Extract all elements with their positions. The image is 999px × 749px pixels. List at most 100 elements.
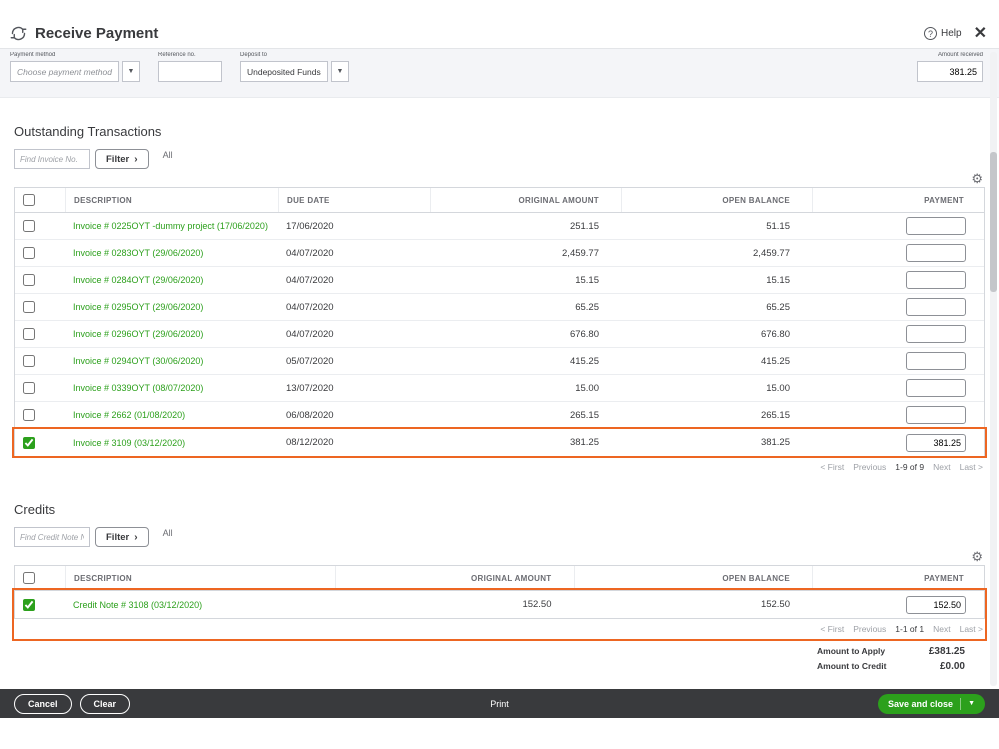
pagination-last[interactable]: Last > bbox=[960, 462, 983, 472]
invoice-link[interactable]: Invoice # 3109 (03/12/2020) bbox=[73, 438, 185, 448]
row-checkbox[interactable] bbox=[23, 598, 35, 611]
select-all-checkbox[interactable] bbox=[23, 194, 35, 206]
payment-method-dropdown-icon[interactable]: ▼ bbox=[121, 61, 140, 82]
row-checkbox[interactable] bbox=[23, 382, 35, 394]
table-row: Invoice # 0295OYT (29/06/2020) 04/07/202… bbox=[15, 294, 984, 321]
filter-label: Filter bbox=[106, 153, 130, 165]
original-amount: 15.15 bbox=[575, 274, 599, 286]
payment-input[interactable] bbox=[906, 595, 966, 614]
pagination-previous[interactable]: Previous bbox=[853, 462, 886, 472]
due-date: 13/07/2020 bbox=[286, 382, 334, 394]
close-icon[interactable]: ✕ bbox=[974, 25, 987, 42]
invoice-link[interactable]: Invoice # 0295OYT (29/06/2020) bbox=[73, 302, 203, 312]
scrollbar-thumb[interactable] bbox=[990, 152, 997, 292]
payment-input[interactable] bbox=[906, 352, 966, 370]
payment-method-select[interactable]: Choose payment method bbox=[10, 61, 119, 82]
payment-method-group: Payment method Choose payment method ▼ bbox=[10, 52, 140, 97]
amount-to-credit-value: £0.00 bbox=[939, 661, 965, 672]
col-description: DESCRIPTION bbox=[65, 566, 335, 590]
pagination-first[interactable]: < First bbox=[820, 624, 844, 634]
invoice-link[interactable]: Invoice # 0339OYT (08/07/2020) bbox=[73, 383, 203, 393]
credit-note-link[interactable]: Credit Note # 3108 (03/12/2020) bbox=[73, 600, 202, 610]
invoice-link[interactable]: Invoice # 0294OYT (30/06/2020) bbox=[73, 356, 203, 366]
payment-input[interactable] bbox=[906, 244, 966, 262]
table-row: Invoice # 0284OYT (29/06/2020) 04/07/202… bbox=[15, 267, 984, 294]
credits-filter-button[interactable]: Filter › bbox=[95, 527, 149, 547]
open-balance: 15.15 bbox=[766, 274, 790, 286]
row-checkbox[interactable] bbox=[23, 328, 35, 340]
gear-icon[interactable]: ⚙ bbox=[971, 172, 983, 185]
pagination-last[interactable]: Last > bbox=[960, 624, 983, 634]
summary-panel: Amount to Apply £381.25 Amount to Credit… bbox=[817, 646, 985, 672]
reference-no-input[interactable] bbox=[157, 61, 222, 82]
outstanding-table-header: DESCRIPTION DUE DATE ORIGINAL AMOUNT OPE… bbox=[15, 188, 984, 213]
titlebar: Receive Payment ? Help ✕ bbox=[0, 0, 999, 48]
invoice-link[interactable]: Invoice # 0225OYT -dummy project (17/06/… bbox=[73, 221, 268, 231]
clear-button[interactable]: Clear bbox=[79, 693, 131, 714]
row-checkbox[interactable] bbox=[23, 436, 35, 449]
credits-table: DESCRIPTION ORIGINAL AMOUNT OPEN BALANCE… bbox=[14, 565, 985, 619]
payment-method-label: Payment method bbox=[10, 52, 56, 58]
deposit-to-value: Undeposited Funds bbox=[246, 66, 321, 77]
find-invoice-input[interactable] bbox=[14, 149, 90, 169]
save-and-close-button[interactable]: Save and close ▼ bbox=[878, 693, 985, 714]
row-checkbox[interactable] bbox=[23, 301, 35, 313]
due-date: 17/06/2020 bbox=[286, 220, 334, 232]
open-balance: 65.25 bbox=[766, 301, 790, 313]
payment-input[interactable] bbox=[906, 271, 966, 289]
open-balance: 265.15 bbox=[760, 409, 790, 421]
outstanding-section-title: Outstanding Transactions bbox=[14, 124, 162, 139]
filter-button[interactable]: Filter › bbox=[95, 149, 149, 169]
due-date: 04/07/2020 bbox=[286, 301, 334, 313]
print-button[interactable]: Print bbox=[490, 699, 509, 709]
invoice-link[interactable]: Invoice # 0296OYT (29/06/2020) bbox=[73, 329, 203, 339]
pagination-first[interactable]: < First bbox=[820, 462, 844, 472]
table-row: Invoice # 2662 (01/08/2020) 06/08/2020 2… bbox=[15, 402, 984, 429]
table-row: Invoice # 0296OYT (29/06/2020) 04/07/202… bbox=[15, 321, 984, 348]
invoice-link[interactable]: Invoice # 2662 (01/08/2020) bbox=[73, 410, 185, 420]
outstanding-gear-row: ⚙ bbox=[14, 169, 985, 187]
open-balance: 152.50 bbox=[760, 599, 790, 610]
due-date: 08/12/2020 bbox=[286, 437, 334, 448]
payment-input[interactable] bbox=[906, 298, 966, 316]
table-row: Invoice # 0339OYT (08/07/2020) 13/07/202… bbox=[15, 375, 984, 402]
credits-table-header: DESCRIPTION ORIGINAL AMOUNT OPEN BALANCE… bbox=[15, 566, 984, 591]
invoice-link[interactable]: Invoice # 0283OYT (29/06/2020) bbox=[73, 248, 203, 258]
payment-input[interactable] bbox=[906, 325, 966, 343]
amount-received-input[interactable] bbox=[917, 61, 983, 82]
pagination-previous[interactable]: Previous bbox=[853, 624, 886, 634]
cancel-button[interactable]: Cancel bbox=[14, 693, 72, 714]
original-amount: 65.25 bbox=[575, 301, 599, 313]
due-date: 05/07/2020 bbox=[286, 355, 334, 367]
col-description: DESCRIPTION bbox=[65, 188, 278, 212]
row-checkbox[interactable] bbox=[23, 220, 35, 232]
row-checkbox[interactable] bbox=[23, 409, 35, 421]
invoice-link[interactable]: Invoice # 0284OYT (29/06/2020) bbox=[73, 275, 203, 285]
reference-no-label: Reference no. bbox=[157, 52, 196, 58]
payment-input[interactable] bbox=[906, 217, 966, 235]
pagination-next[interactable]: Next bbox=[933, 624, 950, 634]
select-all-checkbox[interactable] bbox=[23, 572, 35, 584]
vertical-scrollbar[interactable] bbox=[990, 52, 997, 686]
col-open-balance: OPEN BALANCE bbox=[621, 188, 812, 212]
reference-no-group: Reference no. bbox=[157, 52, 222, 97]
deposit-to-select[interactable]: Undeposited Funds bbox=[239, 61, 328, 82]
col-payment: PAYMENT bbox=[812, 188, 984, 212]
row-checkbox[interactable] bbox=[23, 274, 35, 286]
pagination-range: 1-9 of 9 bbox=[895, 462, 925, 472]
pagination-next[interactable]: Next bbox=[933, 462, 950, 472]
deposit-to-dropdown-icon[interactable]: ▼ bbox=[330, 61, 349, 82]
payment-input[interactable] bbox=[906, 433, 966, 452]
amount-received-label: Amount received bbox=[937, 52, 983, 58]
payment-input[interactable] bbox=[906, 406, 966, 424]
row-checkbox[interactable] bbox=[23, 247, 35, 259]
payment-input[interactable] bbox=[906, 379, 966, 397]
original-amount: 415.25 bbox=[569, 355, 599, 367]
receive-payment-icon bbox=[10, 25, 27, 42]
amount-received-group: Amount received bbox=[917, 52, 987, 97]
gear-icon[interactable]: ⚙ bbox=[971, 550, 983, 563]
row-checkbox[interactable] bbox=[23, 355, 35, 367]
find-credit-note-input[interactable] bbox=[14, 527, 90, 547]
help-button[interactable]: ? Help bbox=[924, 27, 962, 40]
page-title: Receive Payment bbox=[35, 25, 159, 42]
